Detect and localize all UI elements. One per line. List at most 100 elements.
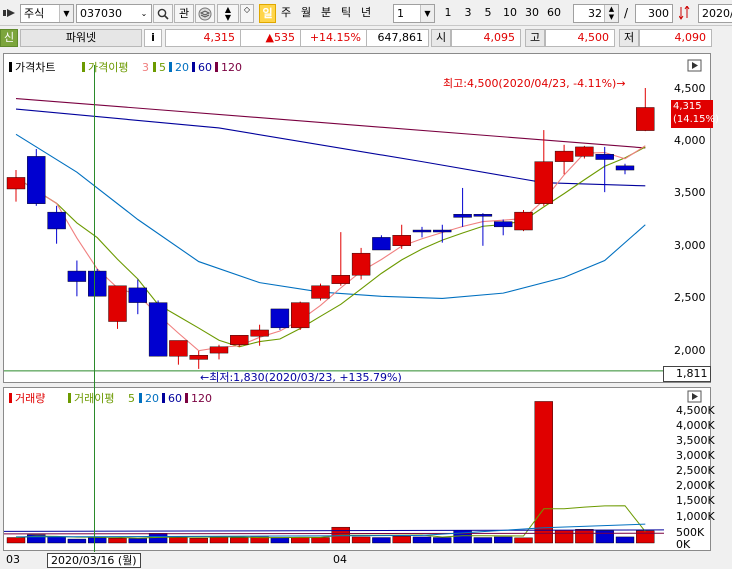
candle-body bbox=[514, 211, 533, 231]
volume-bar bbox=[230, 537, 249, 544]
candle-body bbox=[108, 285, 127, 322]
current-price: 4,315 bbox=[165, 29, 241, 47]
price-legend: 가격차트 가격이평 3 5 20 60 120 bbox=[9, 61, 242, 74]
chevron-down-icon[interactable]: ▼ bbox=[420, 5, 434, 22]
vol-tick-2500k: 2,500K bbox=[676, 464, 715, 477]
candle-body bbox=[250, 329, 269, 337]
candle-body bbox=[575, 146, 594, 157]
sort-icon bbox=[678, 5, 690, 20]
interval-10-button[interactable]: 10 bbox=[500, 4, 520, 23]
volume-ma-120: 120 bbox=[191, 392, 212, 405]
candle-body bbox=[494, 221, 513, 228]
stack-icon-button[interactable] bbox=[195, 4, 215, 23]
volume-bar bbox=[67, 538, 87, 544]
y-tick-4500: 4,500 bbox=[674, 82, 706, 95]
interval-3-button[interactable]: 3 bbox=[460, 4, 476, 23]
price-chart-panel[interactable]: 가격차트 가격이평 3 5 20 60 120 최고:4,500(2020/04… bbox=[3, 53, 711, 383]
high-price: 4,500 bbox=[545, 29, 615, 47]
volume-bar bbox=[554, 530, 574, 544]
market-type-select[interactable]: 주식 ▼ bbox=[20, 4, 74, 23]
date-input[interactable]: 2020/0 bbox=[698, 4, 732, 23]
vol-tick-2000k: 2,000K bbox=[676, 479, 715, 492]
scroll-stepper[interactable]: ◇ bbox=[240, 4, 254, 23]
volume-bar bbox=[291, 537, 310, 544]
price-change: ▲535 bbox=[240, 29, 301, 47]
candle-body bbox=[615, 165, 635, 171]
prev-next-stepper[interactable]: ▲ ▼ bbox=[217, 4, 239, 23]
volume-bar bbox=[6, 537, 26, 544]
period-week-button[interactable]: 주 bbox=[277, 4, 295, 23]
period-year-button[interactable]: 년 bbox=[357, 4, 375, 23]
vol-tick-3500k: 3,500K bbox=[676, 434, 715, 447]
candle-body bbox=[148, 302, 168, 357]
volume-bar bbox=[351, 536, 371, 544]
volume-bar bbox=[473, 537, 493, 544]
interval-30-button[interactable]: 30 bbox=[522, 4, 542, 23]
count-input[interactable]: 32 ▲ ▼ bbox=[573, 4, 619, 23]
search-icon bbox=[157, 8, 169, 20]
volume-bar bbox=[128, 538, 148, 544]
menu-arrow-icon[interactable] bbox=[3, 7, 17, 19]
ma120-line bbox=[15, 97, 646, 149]
volume-chart-panel[interactable]: 거래량 거래이평 5 20 60 120 bbox=[3, 387, 711, 551]
interval-5-button[interactable]: 5 bbox=[480, 4, 496, 23]
candle-body bbox=[6, 177, 26, 190]
x-label-march: 03 bbox=[6, 553, 20, 566]
count-separator: / bbox=[624, 6, 629, 20]
period-month-button[interactable]: 월 bbox=[297, 4, 315, 23]
interval-1-button[interactable]: 1 bbox=[440, 4, 456, 23]
volume-bar bbox=[575, 529, 594, 544]
volume-bar bbox=[636, 530, 655, 544]
high-label: 고 bbox=[525, 29, 545, 47]
interval-60-button[interactable]: 60 bbox=[544, 4, 564, 23]
price-chart-canvas[interactable]: 가격차트 가격이평 3 5 20 60 120 최고:4,500(2020/04… bbox=[4, 54, 710, 382]
candle-body bbox=[87, 270, 107, 297]
cursor-date-label: 2020/03/16 (월) bbox=[47, 553, 141, 568]
candle-body bbox=[128, 287, 148, 303]
interest-button[interactable]: 관 bbox=[174, 4, 194, 23]
volume-chart-canvas[interactable]: 거래량 거래이평 5 20 60 120 bbox=[4, 388, 710, 550]
info-button[interactable]: i bbox=[144, 29, 162, 47]
volume-bar bbox=[87, 537, 107, 544]
vol-tick-1000k: 1,000K bbox=[676, 510, 715, 523]
volume-ma-5: 5 bbox=[128, 392, 135, 405]
volume-bar bbox=[494, 536, 513, 544]
current-price-tag: 4,315 (14.15%) bbox=[671, 100, 719, 128]
candle-body bbox=[412, 229, 432, 233]
candle-body bbox=[291, 302, 310, 329]
stock-code-input[interactable]: 037030 ⌄ bbox=[76, 4, 152, 23]
current-price-tag-pct: (14.15%) bbox=[673, 114, 719, 125]
period-minute-button[interactable]: 분 bbox=[317, 4, 335, 23]
volume-bar bbox=[534, 401, 553, 544]
candle-body bbox=[453, 214, 472, 218]
volume-bar bbox=[270, 537, 290, 544]
volume-ma-20: 20 bbox=[145, 392, 159, 405]
interval-select[interactable]: 1 ▼ bbox=[393, 4, 435, 23]
low-label: 저 bbox=[619, 29, 639, 47]
search-button[interactable] bbox=[153, 4, 173, 23]
spin-icon[interactable]: ▲ ▼ bbox=[604, 5, 618, 22]
adjust-button[interactable] bbox=[676, 4, 694, 23]
period-tick-button[interactable]: 틱 bbox=[337, 4, 355, 23]
chevron-down-icon[interactable]: ⌄ bbox=[137, 5, 151, 22]
volume-chart-title: 거래량 bbox=[15, 392, 45, 405]
volume-ma-60: 60 bbox=[168, 392, 182, 405]
new-badge: 신 bbox=[0, 29, 18, 47]
crosshair-vertical bbox=[94, 65, 95, 552]
volume-bar bbox=[412, 536, 432, 544]
candle-body bbox=[311, 285, 330, 299]
min-price-note: ←최저:1,830(2020/03/23, +135.79%) bbox=[200, 371, 402, 382]
chevron-down-icon[interactable]: ▼ bbox=[59, 5, 73, 22]
candle-body bbox=[534, 161, 553, 204]
open-label: 시 bbox=[431, 29, 451, 47]
layers-icon bbox=[198, 7, 212, 21]
volume-bar bbox=[169, 537, 188, 544]
y-tick-3000: 3,000 bbox=[674, 239, 706, 252]
interval-value: 1 bbox=[397, 7, 404, 20]
price-ma-3: 3 bbox=[142, 61, 149, 74]
volume-bar bbox=[514, 537, 533, 544]
total-count-input[interactable]: 300 bbox=[635, 4, 673, 23]
period-day-button[interactable]: 일 bbox=[259, 4, 276, 23]
toolbar: 주식 ▼ 037030 ⌄ 관 ▲ ▼ ◇ 일 주 월 분 틱 년 1 ▼ 1 3… bbox=[0, 0, 732, 26]
candle-body bbox=[473, 214, 493, 217]
